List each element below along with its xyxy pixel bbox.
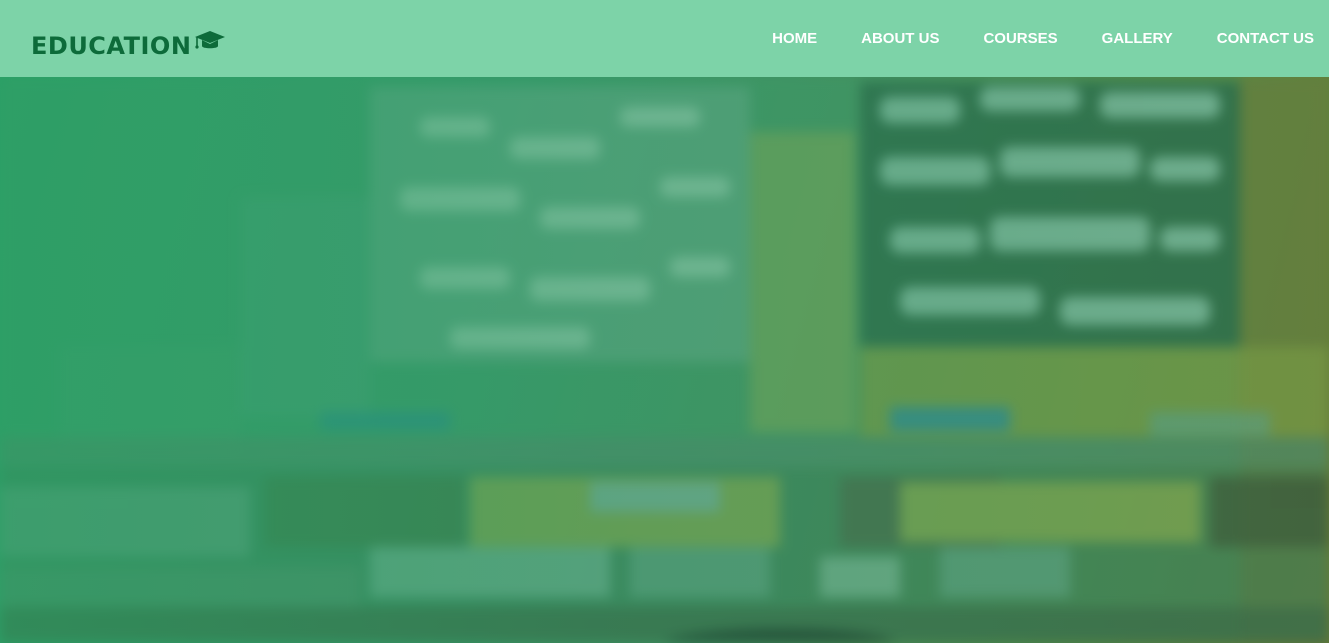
brand-name: EDUCATION — [31, 32, 192, 60]
brand-logo[interactable]: EDUCATION — [31, 29, 226, 63]
navbar: EDUCATION HOME ABOUT US COURSES GALLERY … — [0, 0, 1329, 77]
page: EDUCATION HOME ABOUT US COURSES GALLERY … — [0, 0, 1329, 643]
nav-item-about-us[interactable]: ABOUT US — [861, 29, 939, 49]
graduation-cap-icon — [195, 31, 226, 49]
nav-item-contact-us[interactable]: CONTACT US — [1217, 29, 1314, 49]
nav-item-home[interactable]: HOME — [772, 29, 817, 49]
hero-banner — [0, 77, 1329, 643]
nav-item-gallery[interactable]: GALLERY — [1102, 29, 1173, 49]
hero-overlay — [0, 77, 1329, 643]
main-nav: HOME ABOUT US COURSES GALLERY CONTACT US — [728, 29, 1314, 49]
nav-item-courses[interactable]: COURSES — [983, 29, 1057, 49]
